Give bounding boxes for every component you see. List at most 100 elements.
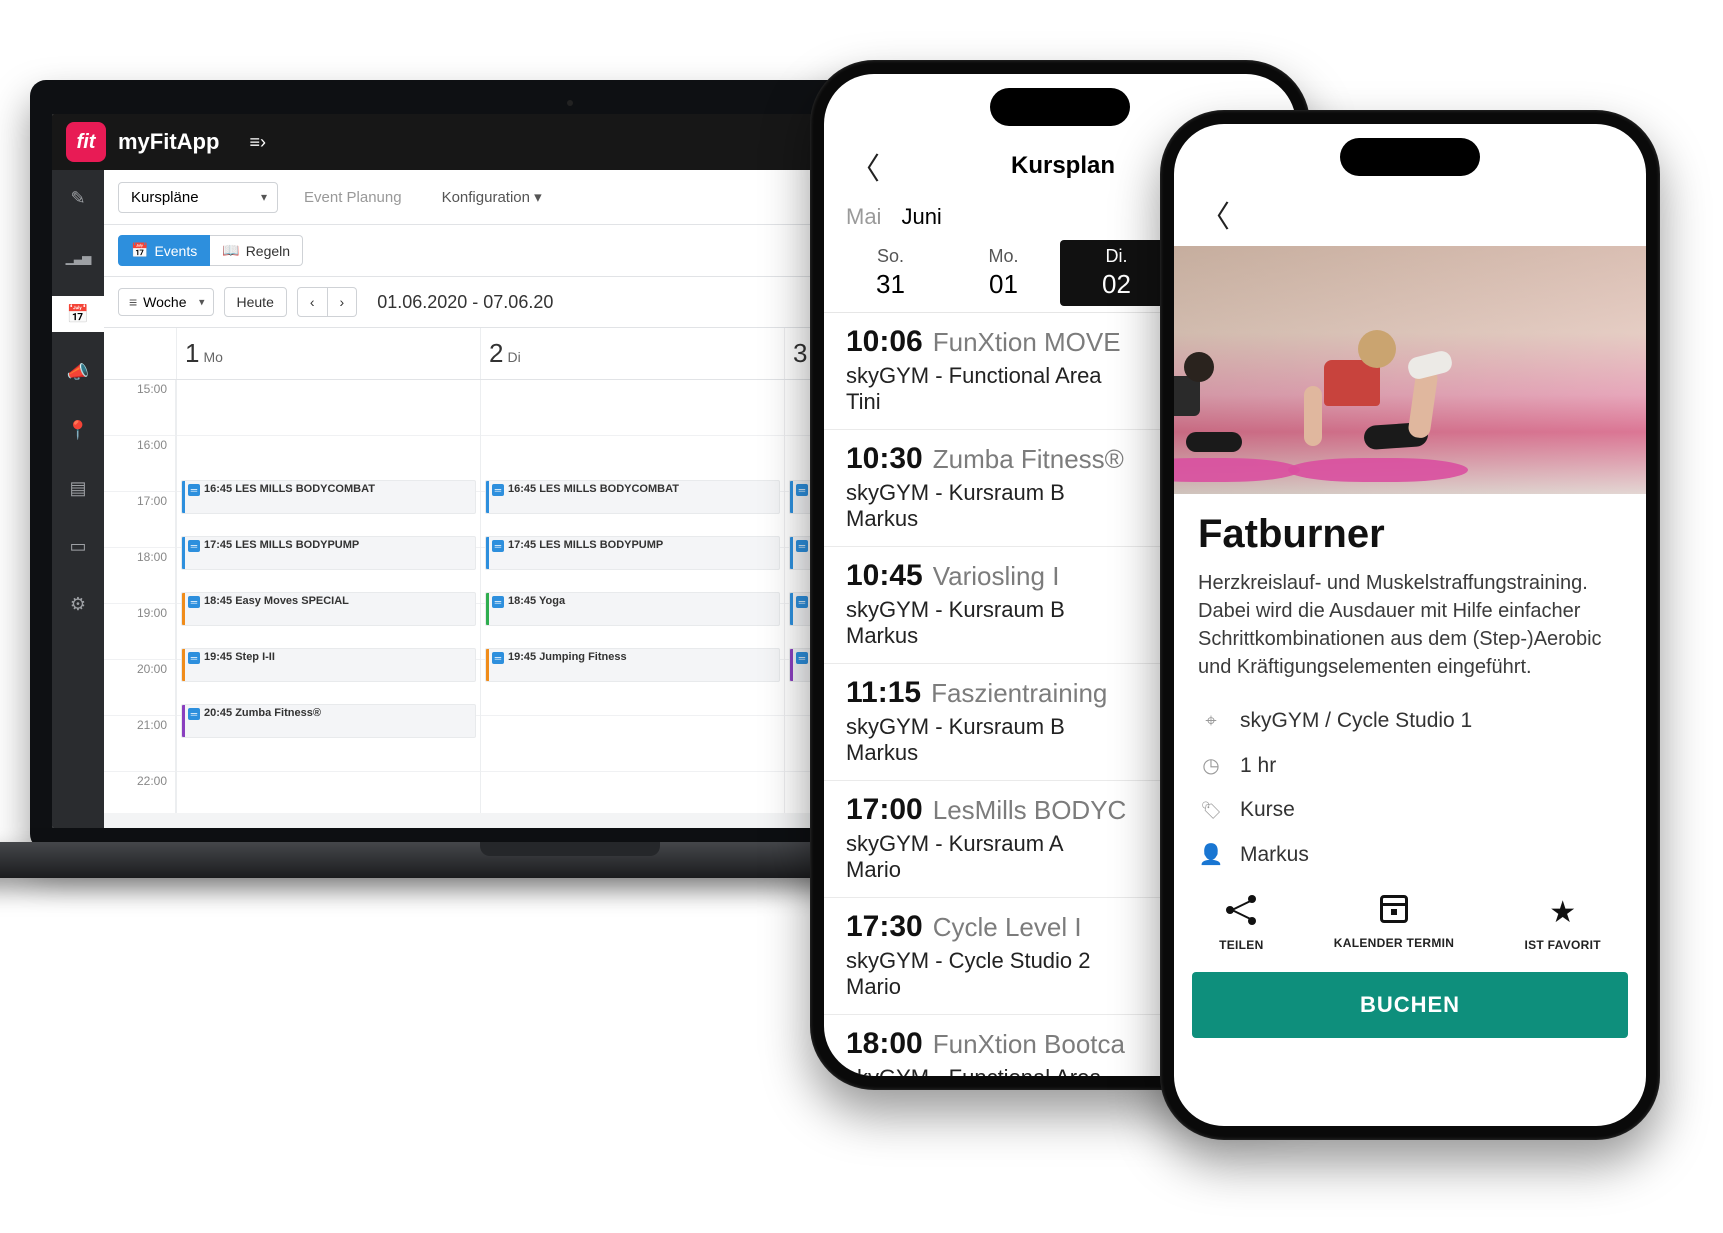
star-icon: [1549, 896, 1576, 929]
event-label: 18:45 Yoga: [508, 595, 776, 623]
prev-button[interactable]: ‹: [297, 287, 328, 317]
view-range-dropdown[interactable]: Woche: [118, 288, 214, 316]
day-of-month: 01: [949, 269, 1058, 300]
rss-icon: ═: [796, 596, 808, 608]
class-hero-image: [1174, 246, 1646, 494]
meta-trainer: Markus: [1198, 832, 1622, 877]
slot-time: 10:06: [846, 325, 923, 359]
calendar-action[interactable]: KALENDER TERMIN: [1334, 895, 1455, 952]
rss-icon: ═: [492, 596, 504, 608]
laptop-hinge-notch: [480, 842, 660, 856]
events-label: Events: [154, 243, 197, 259]
plan-dropdown[interactable]: Kurspläne: [118, 182, 278, 213]
sidebar: [52, 170, 104, 828]
phone-detail-screen: 〈 Fatburner Herzkreislauf- und Muskelstr…: [1174, 124, 1646, 1126]
slot-time: 18:00: [846, 1027, 923, 1061]
rss-icon: ═: [188, 484, 200, 496]
calendar-event[interactable]: ═20:45 Zumba Fitness®: [181, 704, 476, 738]
favorite-label: IST FAVORIT: [1524, 938, 1600, 952]
calendar-event[interactable]: ═19:45 Step I-II: [181, 648, 476, 682]
rss-icon: ═: [492, 484, 504, 496]
event-label: 17:45 LES MILLS BODYPUMP: [204, 539, 472, 567]
time-label: 19:00: [104, 604, 175, 660]
share-icon: [1226, 895, 1256, 925]
rules-button[interactable]: Regeln: [210, 235, 303, 266]
sidebar-item-calendar[interactable]: [52, 296, 104, 332]
rss-icon: ═: [492, 652, 504, 664]
slot-time: 17:00: [846, 793, 923, 827]
class-description: Herzkreislauf- und Muskelstraffungstrain…: [1174, 569, 1646, 699]
meta-category-text: Kurse: [1240, 798, 1295, 822]
event-label: 16:45 LES MILLS BODYCOMBAT: [204, 483, 472, 511]
day-col-mo[interactable]: ═ 16:45 LES MILLS BODYCOMBAT ═ 17:45 LES MI…: [176, 380, 480, 813]
brand-title: myFitApp: [118, 129, 219, 155]
tab-event-planning[interactable]: Event Planung: [290, 181, 416, 214]
month-current[interactable]: Juni: [901, 204, 941, 230]
day-cell[interactable]: Di.02: [1060, 240, 1173, 306]
user-icon: [1198, 842, 1224, 867]
day-of-month: 31: [836, 269, 945, 300]
sidebar-item-stats[interactable]: [52, 238, 104, 274]
day-head-mo: 1Mo: [176, 328, 480, 379]
calendar-event[interactable]: ═ 19:45 Jumping Fitness: [485, 648, 780, 682]
sidebar-item-edit[interactable]: [52, 180, 104, 216]
day-of-week: So.: [836, 246, 945, 267]
event-label: 17:45 LES MILLS BODYPUMP: [508, 539, 776, 567]
location-icon: [1198, 710, 1224, 733]
dynamic-island: [1340, 138, 1480, 176]
time-label: 18:00: [104, 548, 175, 604]
slot-time: 11:15: [846, 676, 921, 710]
hamburger-icon[interactable]: ≡›: [249, 132, 266, 153]
tag-icon: [1198, 799, 1224, 822]
book-button[interactable]: BUCHEN: [1192, 972, 1628, 1038]
event-label: 18:45 Easy Moves SPECIAL: [204, 595, 472, 623]
time-label: 20:00: [104, 660, 175, 716]
event-label: 19:45 Jumping Fitness: [508, 651, 776, 679]
pin-icon: [67, 420, 89, 441]
phone-icon: [69, 536, 86, 557]
meta-duration-text: 1 hr: [1240, 754, 1276, 778]
share-action[interactable]: TEILEN: [1219, 895, 1263, 952]
sidebar-item-device[interactable]: [52, 528, 104, 564]
calendar-event[interactable]: ═17:45 LES MILLS BODYPUMP: [485, 536, 780, 570]
meta-location: skyGYM / Cycle Studio 1: [1198, 699, 1622, 743]
calendar-event[interactable]: ═ 16:45 LES MILLS BODYCOMBAT: [181, 480, 476, 514]
sidebar-item-settings[interactable]: [52, 586, 104, 622]
meta-location-text: skyGYM / Cycle Studio 1: [1240, 709, 1472, 733]
calendar-event[interactable]: ═ 17:45 LES MILLS BODYPUMP: [181, 536, 476, 570]
clock-icon: [1198, 753, 1224, 778]
next-button[interactable]: ›: [328, 287, 358, 317]
tab-config-label: Konfiguration: [442, 189, 530, 206]
calendar-event[interactable]: ═ 18:45 Yoga: [485, 592, 780, 626]
events-button[interactable]: Events: [118, 235, 210, 266]
time-label: 21:00: [104, 716, 175, 772]
calendar-event[interactable]: ═16:45 LES MILLS BODYCOMBAT: [485, 480, 780, 514]
day-of-week: Mo.: [949, 246, 1058, 267]
laptop-camera: [567, 100, 573, 106]
tab-config[interactable]: Konfiguration ▾: [428, 180, 556, 214]
rules-label: Regeln: [246, 243, 290, 259]
sidebar-item-announce[interactable]: [52, 354, 104, 390]
calendar-icon: [1380, 895, 1408, 923]
book-icon: [222, 242, 239, 259]
bar-chart-icon: [66, 246, 91, 267]
day-cell[interactable]: Mo.01: [947, 240, 1060, 306]
month-prev[interactable]: Mai: [846, 204, 881, 230]
calendar-event[interactable]: ═18:45 Easy Moves SPECIAL: [181, 592, 476, 626]
calendar-icon: [131, 242, 148, 259]
sidebar-item-location[interactable]: [52, 412, 104, 448]
slot-name: Faszientraining: [931, 678, 1107, 709]
slot-time: 10:45: [846, 559, 923, 593]
back-button[interactable]: 〈: [1192, 188, 1238, 240]
class-title: Fatburner: [1174, 494, 1646, 569]
favorite-action[interactable]: IST FAVORIT: [1524, 895, 1600, 952]
day-col-di[interactable]: ═16:45 LES MILLS BODYCOMBAT═17:45 LES MI…: [480, 380, 784, 813]
event-label: 20:45 Zumba Fitness®: [204, 707, 472, 735]
today-button[interactable]: Heute: [224, 287, 287, 317]
day-cell[interactable]: So.31: [834, 240, 947, 306]
sidebar-item-docs[interactable]: [52, 470, 104, 506]
time-label: 16:00: [104, 436, 175, 492]
class-meta: skyGYM / Cycle Studio 1 1 hr Kurse Marku…: [1174, 699, 1646, 877]
gear-icon: [70, 594, 86, 615]
rss-icon: ═: [188, 540, 200, 552]
